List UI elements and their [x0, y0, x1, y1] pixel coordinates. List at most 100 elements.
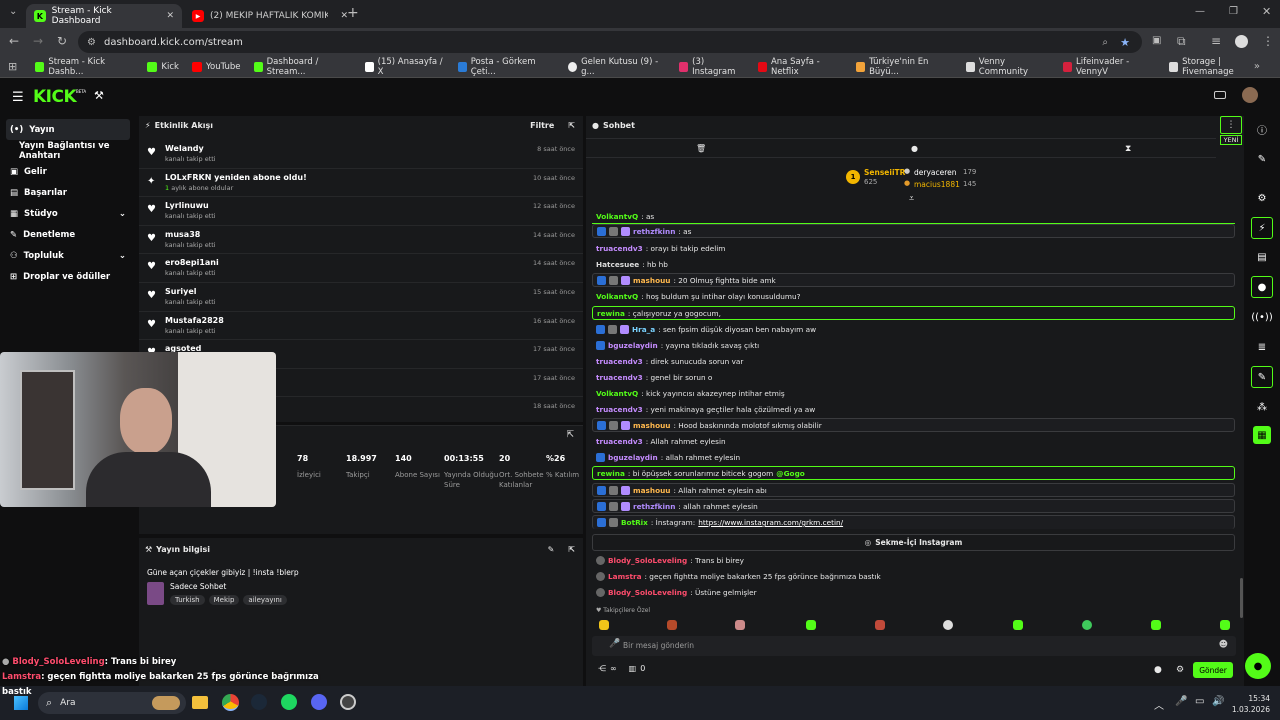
- chat-username[interactable]: VolkantvQ: [596, 212, 638, 221]
- robot-icon[interactable]: ▦: [1253, 426, 1271, 444]
- sidebar-item-denetleme[interactable]: ✎ Denetleme: [0, 224, 136, 245]
- media-icon[interactable]: ≡: [1211, 34, 1221, 48]
- activity-name[interactable]: Suriyel: [165, 287, 583, 296]
- tag[interactable]: aileyayını: [243, 595, 287, 605]
- stack-icon[interactable]: ≣: [1251, 336, 1273, 358]
- chat-username[interactable]: mashouu: [633, 486, 670, 495]
- back-icon[interactable]: ←: [9, 34, 19, 48]
- menu-icon[interactable]: ⋮: [1262, 34, 1274, 48]
- chat-username[interactable]: truacendv3: [596, 244, 643, 253]
- windows-start-icon[interactable]: [14, 696, 28, 710]
- profile-avatar[interactable]: [1235, 35, 1248, 48]
- taskbar-search[interactable]: ⌕ Ara: [38, 692, 186, 714]
- bookmark-star-icon[interactable]: ★: [1120, 36, 1130, 49]
- sidebar-item-topluluk[interactable]: ⚇ Topluluk ⌄: [0, 245, 136, 266]
- broadcast-icon[interactable]: ((•)): [1251, 306, 1273, 328]
- chat-username[interactable]: bguzelaydin: [608, 453, 658, 462]
- chat-username[interactable]: truacendv3: [596, 405, 643, 414]
- more-bookmarks-icon[interactable]: »: [1254, 61, 1260, 72]
- sidebar-item-gelir[interactable]: ▣ Gelir: [0, 161, 136, 182]
- microphone-icon[interactable]: 🎤: [609, 639, 620, 649]
- activity-name[interactable]: ero8epi1ani: [165, 258, 583, 267]
- bookmark-item[interactable]: (3) Instagram: [679, 57, 745, 77]
- bookmark-item[interactable]: Türkiye'nin En Büyü...: [855, 57, 953, 77]
- chat-username[interactable]: rethzfkinn: [633, 502, 675, 511]
- hammer-icon[interactable]: ⚒: [94, 89, 104, 102]
- bookmark-item[interactable]: Posta - Görkem Çeti...: [457, 57, 555, 77]
- emote-icon[interactable]: [875, 620, 885, 630]
- chat-username[interactable]: rethzfkinn: [633, 227, 675, 236]
- chat-options-button[interactable]: ⋮: [1220, 116, 1242, 134]
- maximize-icon[interactable]: ❐: [1229, 6, 1238, 17]
- steam-icon[interactable]: [251, 694, 267, 710]
- new-tab-icon[interactable]: +: [347, 5, 359, 21]
- hamburger-icon[interactable]: ☰: [12, 90, 24, 105]
- sidebar-item-stream-key[interactable]: Yayın Bağlantısı ve Anahtarı: [0, 140, 136, 161]
- screen-icon[interactable]: [1214, 91, 1226, 99]
- close-icon[interactable]: ✕: [166, 11, 174, 21]
- tag[interactable]: Turkish: [170, 595, 205, 605]
- share-icon[interactable]: ⋲: [598, 664, 606, 673]
- bookmark-item[interactable]: Dashboard / Stream...: [253, 57, 352, 77]
- popout-icon[interactable]: ⇱: [568, 121, 575, 130]
- activity-name[interactable]: Mustafa2828: [165, 316, 583, 325]
- tab-list-icon[interactable]: ⌄: [9, 6, 17, 17]
- spotify-icon[interactable]: [281, 694, 297, 710]
- tray-chevron-icon[interactable]: ︿: [1154, 697, 1164, 712]
- emote-icon[interactable]: [1013, 620, 1023, 630]
- chat-username[interactable]: truacendv3: [596, 357, 643, 366]
- info-icon[interactable]: ⓘ: [1251, 118, 1273, 140]
- discord-icon[interactable]: [311, 694, 327, 710]
- extension-icon[interactable]: ▣: [1152, 35, 1161, 46]
- chat-username[interactable]: mashouu: [633, 276, 670, 285]
- settings-icon[interactable]: ⚙: [1251, 187, 1273, 209]
- instagram-bot-button[interactable]: ◎ Sekme-İçi Instagram: [592, 534, 1235, 551]
- floating-chat-icon[interactable]: ●: [1245, 653, 1271, 679]
- activity-name[interactable]: musa38: [165, 230, 583, 239]
- file-explorer-icon[interactable]: [192, 696, 208, 709]
- expand-leaderboard-icon[interactable]: ⩡: [909, 194, 914, 204]
- emoji-icon[interactable]: ☻: [1219, 640, 1228, 650]
- sidebar-item-yayin[interactable]: (•) Yayın: [6, 119, 130, 140]
- chat-username[interactable]: Lamstra: [608, 572, 642, 581]
- wrench-icon[interactable]: ✎: [1251, 366, 1273, 388]
- bolt-icon[interactable]: ⚡: [1251, 217, 1273, 239]
- chat-username[interactable]: Blody_SoloLeveling: [608, 588, 687, 597]
- bookmark-item[interactable]: Ana Sayfa - Netflix: [757, 57, 843, 77]
- emote-icon[interactable]: [1082, 620, 1092, 630]
- kick-logo[interactable]: KICK: [33, 87, 77, 107]
- chat-link[interactable]: https://www.instagram.com/grkm.cetin/: [698, 518, 843, 527]
- user-avatar[interactable]: [1242, 87, 1258, 103]
- trash-icon[interactable]: 🗑: [696, 144, 706, 153]
- zoom-icon[interactable]: ⌕: [1102, 37, 1108, 48]
- category-thumbnail[interactable]: [147, 582, 164, 605]
- emote-icon[interactable]: [735, 620, 745, 630]
- bookmark-item[interactable]: Gelen Kutusu (9) - g...: [567, 57, 666, 77]
- bookmark-item[interactable]: Lifeinvader - VennyV: [1062, 57, 1156, 77]
- document-icon[interactable]: ▤: [1251, 246, 1273, 268]
- chat-username[interactable]: truacendv3: [596, 437, 643, 446]
- activity-name[interactable]: Welandy: [165, 144, 583, 153]
- tab-kick-dashboard[interactable]: K Stream - Kick Dashboard ✕: [26, 4, 182, 28]
- clock[interactable]: 15:34 1.03.2026: [1226, 693, 1270, 716]
- chat-mention[interactable]: @Gogo: [776, 469, 805, 478]
- emote-icon[interactable]: [806, 620, 816, 630]
- bookmark-item[interactable]: YouTube: [191, 61, 241, 72]
- chat-username[interactable]: BotRix: [621, 518, 648, 527]
- activity-name[interactable]: LOLxFRKN yeniden abone oldu!: [165, 173, 583, 182]
- chat-bubble-icon[interactable]: ●: [1154, 665, 1162, 675]
- chat-username[interactable]: rewina: [597, 469, 625, 478]
- emote-icon[interactable]: [1151, 620, 1161, 630]
- popout-icon[interactable]: ⇱: [566, 430, 574, 440]
- chat-username[interactable]: bguzelaydin: [608, 341, 658, 350]
- puzzle-icon[interactable]: ⧉: [1177, 34, 1186, 49]
- chat-icon[interactable]: ●: [1251, 276, 1273, 298]
- chat-username[interactable]: truacendv3: [596, 373, 643, 382]
- emote-icon[interactable]: [599, 620, 609, 630]
- chat-username[interactable]: Hra_a: [632, 325, 655, 334]
- chat-username[interactable]: VolkantvQ: [596, 292, 638, 301]
- popout-icon[interactable]: ⇱: [568, 545, 575, 554]
- tab-youtube[interactable]: ▶ (2) MEKİP HAFTALIK KOMİK AN ✕: [184, 4, 356, 28]
- chat-username[interactable]: rewina: [597, 309, 625, 318]
- chat-scrollbar[interactable]: [1240, 578, 1243, 618]
